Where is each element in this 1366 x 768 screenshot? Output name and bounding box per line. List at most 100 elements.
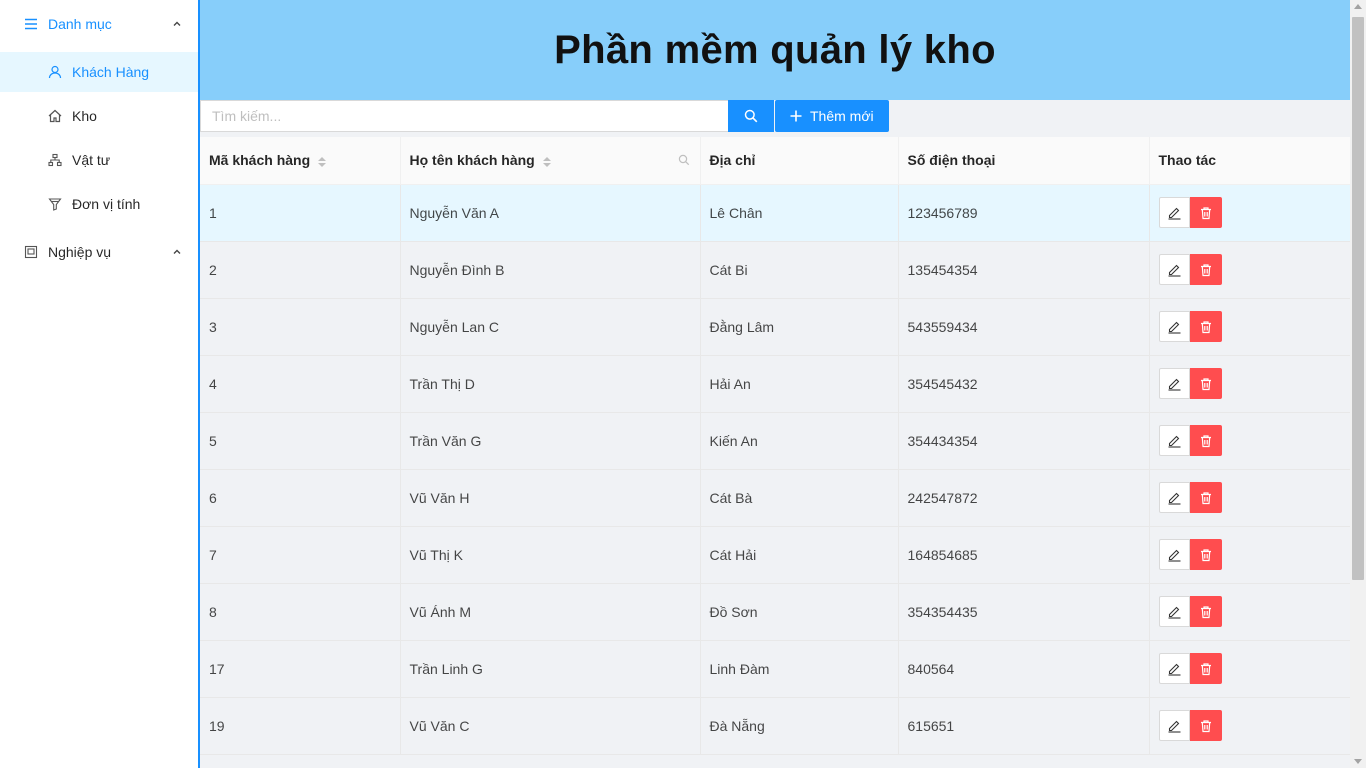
add-new-button[interactable]: Thêm mới bbox=[775, 100, 889, 132]
delete-icon bbox=[1199, 491, 1213, 505]
sidebar-item-kho[interactable]: Kho bbox=[0, 96, 198, 136]
scroll-up-arrow-icon[interactable] bbox=[1354, 4, 1362, 9]
sort-icon[interactable] bbox=[542, 156, 551, 167]
cell-customer-name: Vũ Văn C bbox=[400, 697, 701, 755]
cell-customer-id: 19 bbox=[200, 697, 401, 755]
cell-actions bbox=[1149, 298, 1351, 356]
delete-icon bbox=[1199, 320, 1213, 334]
delete-button[interactable] bbox=[1189, 425, 1222, 456]
menu-group-label: Nghiệp vụ bbox=[48, 244, 112, 260]
search-button[interactable] bbox=[728, 100, 774, 132]
delete-button[interactable] bbox=[1189, 197, 1222, 228]
edit-icon bbox=[1167, 490, 1182, 505]
menu-group-danh-muc[interactable]: Danh mục bbox=[0, 0, 198, 48]
edit-button[interactable] bbox=[1158, 425, 1190, 456]
cell-phone: 354354435 bbox=[898, 583, 1150, 641]
edit-button[interactable] bbox=[1158, 311, 1190, 342]
cell-address: Đồ Sơn bbox=[700, 583, 899, 641]
edit-button[interactable] bbox=[1158, 197, 1190, 228]
delete-icon bbox=[1199, 719, 1213, 733]
menu-group-nghiep-vu[interactable]: Nghiệp vụ bbox=[0, 228, 198, 276]
search-icon bbox=[744, 109, 758, 123]
cell-customer-name: Nguyễn Văn A bbox=[400, 184, 701, 242]
sidebar-item-khach-hang[interactable]: Khách Hàng bbox=[0, 52, 198, 92]
scrollbar-thumb[interactable] bbox=[1352, 17, 1364, 580]
column-header-dia-chi: Địa chỉ bbox=[700, 137, 899, 185]
table-row[interactable]: 4 Trần Thị D Hải An 354545432 bbox=[200, 355, 1351, 413]
delete-icon bbox=[1199, 263, 1213, 277]
edit-icon bbox=[1167, 661, 1182, 676]
edit-button[interactable] bbox=[1158, 254, 1190, 285]
edit-icon bbox=[1167, 262, 1182, 277]
edit-icon bbox=[1167, 376, 1182, 391]
table-row[interactable]: 1 Nguyễn Văn A Lê Chân 123456789 bbox=[200, 184, 1351, 242]
table-row[interactable]: 19 Vũ Văn C Đà Nẵng 615651 bbox=[200, 697, 1351, 755]
cell-phone: 242547872 bbox=[898, 469, 1150, 527]
cell-actions bbox=[1149, 241, 1351, 299]
vertical-scrollbar[interactable] bbox=[1350, 0, 1366, 768]
cell-phone: 123456789 bbox=[898, 184, 1150, 242]
delete-button[interactable] bbox=[1189, 311, 1222, 342]
cell-phone: 354434354 bbox=[898, 412, 1150, 470]
cell-address: Cát Hải bbox=[700, 526, 899, 584]
table-row[interactable]: 8 Vũ Ánh M Đồ Sơn 354354435 bbox=[200, 583, 1351, 641]
delete-button[interactable] bbox=[1189, 368, 1222, 399]
cell-customer-id: 7 bbox=[200, 526, 401, 584]
cell-phone: 164854685 bbox=[898, 526, 1150, 584]
table-body: 1 Nguyễn Văn A Lê Chân 123456789 2 Nguyễn Đìn… bbox=[200, 184, 1351, 755]
sort-icon[interactable] bbox=[318, 156, 327, 167]
column-header-thao-tac: Thao tác bbox=[1149, 137, 1351, 185]
cell-customer-name: Trần Linh G bbox=[400, 640, 701, 698]
edit-button[interactable] bbox=[1158, 653, 1190, 684]
table-row[interactable]: 2 Nguyễn Đình B Cát Bi 135454354 bbox=[200, 241, 1351, 299]
apartment-icon bbox=[48, 153, 62, 167]
edit-icon bbox=[1167, 604, 1182, 619]
delete-button[interactable] bbox=[1189, 653, 1222, 684]
cell-customer-name: Vũ Ánh M bbox=[400, 583, 701, 641]
table-row[interactable]: 5 Trần Văn G Kiến An 354434354 bbox=[200, 412, 1351, 470]
cell-address: Cát Bà bbox=[700, 469, 899, 527]
cell-customer-id: 2 bbox=[200, 241, 401, 299]
cell-customer-id: 5 bbox=[200, 412, 401, 470]
sidebar-item-label: Kho bbox=[72, 108, 97, 124]
delete-button[interactable] bbox=[1189, 596, 1222, 627]
delete-icon bbox=[1199, 662, 1213, 676]
table-row[interactable]: 17 Trần Linh G Linh Đàm 840564 bbox=[200, 640, 1351, 698]
table-row[interactable]: 3 Nguyễn Lan C Đằng Lâm 543559434 bbox=[200, 298, 1351, 356]
cell-address: Đằng Lâm bbox=[700, 298, 899, 356]
edit-button[interactable] bbox=[1158, 482, 1190, 513]
edit-button[interactable] bbox=[1158, 368, 1190, 399]
sidebar-item-label: Khách Hàng bbox=[72, 64, 150, 80]
cell-address: Kiến An bbox=[700, 412, 899, 470]
delete-button[interactable] bbox=[1189, 254, 1222, 285]
sidebar-item-label: Đơn vị tính bbox=[72, 196, 141, 212]
sidebar-item-label: Vật tư bbox=[72, 152, 111, 168]
cell-customer-name: Nguyễn Lan C bbox=[400, 298, 701, 356]
filter-icon bbox=[48, 197, 62, 211]
edit-button[interactable] bbox=[1158, 596, 1190, 627]
delete-button[interactable] bbox=[1189, 710, 1222, 741]
cell-customer-id: 4 bbox=[200, 355, 401, 413]
cell-phone: 354545432 bbox=[898, 355, 1150, 413]
column-header-label: Họ tên khách hàng bbox=[409, 152, 535, 169]
edit-button[interactable] bbox=[1158, 710, 1190, 741]
sidebar-item-vat-tu[interactable]: Vật tư bbox=[0, 140, 198, 180]
table-row[interactable]: 7 Vũ Thị K Cát Hải 164854685 bbox=[200, 526, 1351, 584]
column-search-icon[interactable] bbox=[678, 154, 690, 166]
cell-address: Cát Bi bbox=[700, 241, 899, 299]
user-icon bbox=[48, 65, 62, 79]
cell-actions bbox=[1149, 469, 1351, 527]
search-input[interactable] bbox=[200, 100, 728, 132]
page-title: Phần mềm quản lý kho bbox=[554, 27, 996, 72]
edit-icon bbox=[1167, 547, 1182, 562]
table-row[interactable]: 6 Vũ Văn H Cát Bà 242547872 bbox=[200, 469, 1351, 527]
sidebar-item-don-vi-tinh[interactable]: Đơn vị tính bbox=[0, 184, 198, 224]
column-header-ma-khach-hang[interactable]: Mã khách hàng bbox=[200, 137, 401, 185]
column-header-ho-ten[interactable]: Họ tên khách hàng bbox=[400, 137, 701, 185]
scroll-down-arrow-icon[interactable] bbox=[1354, 759, 1362, 764]
edit-button[interactable] bbox=[1158, 539, 1190, 570]
delete-icon bbox=[1199, 434, 1213, 448]
cell-phone: 840564 bbox=[898, 640, 1150, 698]
delete-button[interactable] bbox=[1189, 482, 1222, 513]
delete-button[interactable] bbox=[1189, 539, 1222, 570]
